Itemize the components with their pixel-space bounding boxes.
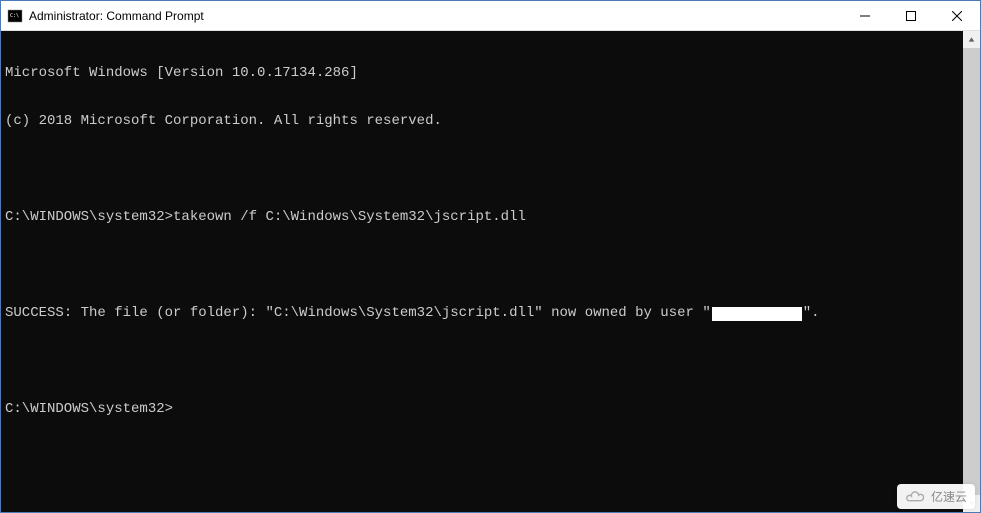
window-title: Administrator: Command Prompt	[29, 9, 842, 23]
scroll-up-arrow-icon[interactable]	[963, 31, 980, 48]
titlebar[interactable]: C:\ Administrator: Command Prompt	[1, 1, 980, 31]
terminal-line: (c) 2018 Microsoft Corporation. All righ…	[5, 113, 959, 129]
watermark-text: 亿速云	[931, 488, 967, 505]
redacted-username	[712, 307, 802, 321]
minimize-button[interactable]	[842, 1, 888, 30]
terminal-line	[5, 353, 959, 369]
watermark: 亿速云	[897, 484, 975, 509]
scroll-track[interactable]	[963, 48, 980, 495]
window-controls	[842, 1, 980, 30]
cloud-icon	[905, 490, 927, 504]
terminal-prompt: C:\WINDOWS\system32>	[5, 401, 959, 417]
terminal-line: Microsoft Windows [Version 10.0.17134.28…	[5, 65, 959, 81]
success-text-suffix: ".	[803, 305, 820, 321]
cmd-icon: C:\	[7, 8, 23, 24]
command-prompt-window: C:\ Administrator: Command Prompt Micros…	[0, 0, 981, 513]
scroll-thumb[interactable]	[963, 48, 980, 495]
close-button[interactable]	[934, 1, 980, 30]
terminal-line: C:\WINDOWS\system32>takeown /f C:\Window…	[5, 209, 959, 225]
svg-text:C:\: C:\	[10, 13, 19, 19]
maximize-button[interactable]	[888, 1, 934, 30]
terminal-line: SUCCESS: The file (or folder): "C:\Windo…	[5, 305, 959, 321]
terminal-line	[5, 161, 959, 177]
terminal-output[interactable]: Microsoft Windows [Version 10.0.17134.28…	[1, 31, 963, 512]
terminal-line	[5, 257, 959, 273]
vertical-scrollbar[interactable]	[963, 31, 980, 512]
success-text-prefix: SUCCESS: The file (or folder): "C:\Windo…	[5, 305, 711, 321]
terminal-area: Microsoft Windows [Version 10.0.17134.28…	[1, 31, 980, 512]
